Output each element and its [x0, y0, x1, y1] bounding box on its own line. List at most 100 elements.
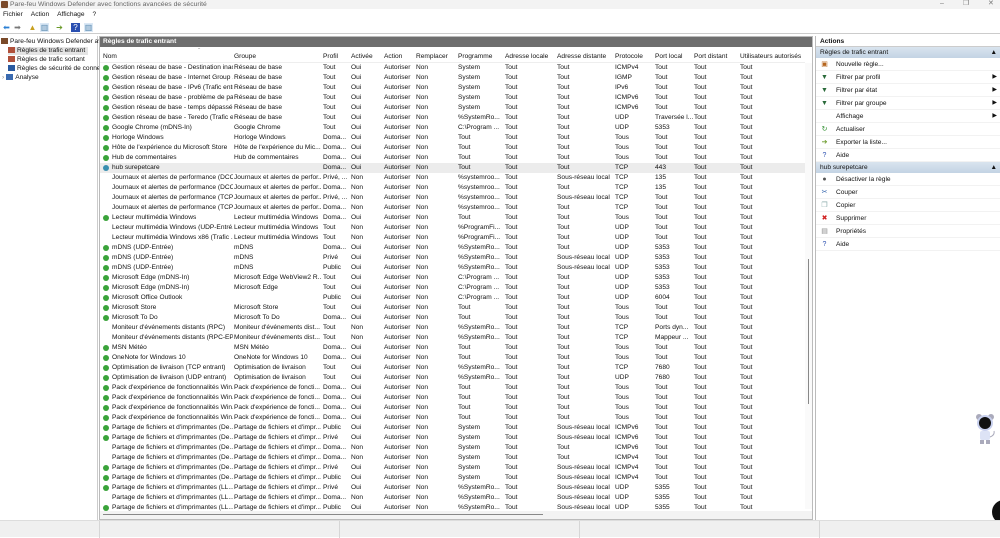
tree-item-outbound-rules[interactable]: Règles de trafic sortant [8, 56, 85, 64]
table-row[interactable]: Journaux et alertes de performance (DCO.… [100, 173, 805, 183]
action-nouvelle-r-gle[interactable]: ▣ Nouvelle règle... [816, 58, 1000, 71]
action-propri-t-s[interactable]: ▤ Propriétés [816, 225, 1000, 238]
horizontal-scroll-thumb[interactable] [103, 514, 543, 515]
table-row[interactable]: Moniteur d'événements distants (RPC-EP..… [100, 333, 805, 343]
column-header[interactable]: Profil [323, 51, 338, 63]
table-row[interactable]: Microsoft Store Microsoft Store Tout Oui Aut… [100, 303, 805, 313]
cell-adresse-locale: Tout [505, 494, 518, 501]
menu-help[interactable]: ? [93, 11, 97, 18]
show-hide-action-pane-icon[interactable]: ▥ [84, 23, 93, 32]
column-header[interactable]: Utilisateurs autorisés [740, 51, 801, 63]
table-row[interactable]: Partage de fichiers et d'imprimantes (De… [100, 443, 805, 453]
action-filtrer-par-tat[interactable]: ▼ Filtrer par état ▶ [816, 84, 1000, 97]
table-row[interactable]: Microsoft Edge (mDNS-In) Microsoft Edge W… [100, 273, 805, 283]
table-row[interactable]: Microsoft Office Outlook Public Oui Autoris… [100, 293, 805, 303]
horizontal-scrollbar[interactable] [100, 511, 812, 519]
action-d-sactiver-la-r-gle[interactable]: ● Désactiver la règle [816, 173, 1000, 186]
table-row[interactable]: mDNS (UDP-Entrée) mDNS Public Oui Autoriser N… [100, 263, 805, 273]
back-icon[interactable]: ⬅ [2, 23, 11, 32]
action-couper[interactable]: ✂ Couper [816, 186, 1000, 199]
table-row[interactable]: Partage de fichiers et d'imprimantes (LL… [100, 493, 805, 503]
column-header[interactable]: Action [384, 51, 402, 63]
table-row[interactable]: Lecteur multimédia Windows (UDP-Entré...… [100, 223, 805, 233]
table-row[interactable]: Moniteur d'événements distants (RPC) Moni… [100, 323, 805, 333]
table-row[interactable]: mDNS (UDP-Entrée) mDNS Privé Oui Autoriser No… [100, 253, 805, 263]
collapse-icon[interactable]: ▲ [990, 47, 997, 58]
table-row[interactable]: Microsoft Edge (mDNS-In) Microsoft Edge To… [100, 283, 805, 293]
actions-section-selected-rule[interactable]: hub surepetcare ▲ [816, 162, 1000, 173]
vertical-scroll-thumb[interactable] [808, 259, 809, 404]
action-exporter-la-liste[interactable]: ➔ Exporter la liste... [816, 136, 1000, 149]
help-icon[interactable]: ? [71, 23, 80, 32]
action-filtrer-par-profil[interactable]: ▼ Filtrer par profil ▶ [816, 71, 1000, 84]
table-row[interactable]: Horloge Windows Horloge Windows Doma... Oui… [100, 133, 805, 143]
table-row[interactable]: Optimisation de livraison (UDP entrant) O… [100, 373, 805, 383]
table-row[interactable]: Google Chrome (mDNS-In) Google Chrome Tout… [100, 123, 805, 133]
forward-icon[interactable]: ➡ [13, 23, 22, 32]
table-row[interactable]: mDNS (UDP-Entrée) mDNS Doma... Oui Autoriser… [100, 243, 805, 253]
up-folder-icon[interactable]: ▲ [28, 23, 37, 32]
table-row[interactable]: hub surepetcare Doma... Oui Autoriser Non Tou… [100, 163, 805, 173]
maximize-button[interactable]: ❐ [963, 0, 969, 8]
show-hide-tree-icon[interactable]: ▥ [40, 23, 49, 32]
table-row[interactable]: Journaux et alertes de performance (TCP … [100, 193, 805, 203]
column-header[interactable]: Protocole [615, 51, 643, 63]
column-header[interactable]: Adresse distante [557, 51, 606, 63]
column-header[interactable]: Nom [103, 51, 117, 63]
minimize-button[interactable]: – [940, 0, 944, 8]
table-row[interactable]: Hôte de l'expérience du Microsoft Store H… [100, 143, 805, 153]
collapse-icon[interactable]: ▲ [990, 162, 997, 173]
column-header[interactable]: Remplacer [416, 51, 448, 63]
table-row[interactable]: Gestion réseau de base - Teredo (Trafic … [100, 113, 805, 123]
action-filtrer-par-groupe[interactable]: ▼ Filtrer par groupe ▶ [816, 97, 1000, 110]
tree-item-connection-security[interactable]: Règles de sécurité de conne [8, 65, 101, 73]
table-row[interactable]: Pack d'expérience de fonctionnalités Win… [100, 393, 805, 403]
table-row[interactable]: Gestion réseau de base - Internet Group … [100, 73, 805, 83]
export-icon[interactable]: ➔ [55, 23, 64, 32]
table-row[interactable]: Gestion réseau de base - temps dépassé (… [100, 103, 805, 113]
column-header[interactable]: Activée [351, 51, 373, 63]
column-header[interactable]: Port local [655, 51, 683, 63]
table-row[interactable]: Partage de fichiers et d'imprimantes (LL… [100, 483, 805, 493]
table-row[interactable]: OneNote for Windows 10 OneNote for Window… [100, 353, 805, 363]
column-header[interactable]: Port distant [694, 51, 727, 63]
table-row[interactable]: Pack d'expérience de fonctionnalités Win… [100, 413, 805, 423]
table-row[interactable]: Pack d'expérience de fonctionnalités Win… [100, 383, 805, 393]
action-aide[interactable]: ? Aide [816, 238, 1000, 251]
expand-chevron-icon[interactable]: › [2, 74, 4, 81]
table-row[interactable]: Partage de fichiers et d'imprimantes (De… [100, 463, 805, 473]
column-header[interactable]: Adresse locale [505, 51, 548, 63]
tree-item-analyse[interactable]: › Analyse [2, 74, 39, 82]
table-row[interactable]: Partage de fichiers et d'imprimantes (De… [100, 433, 805, 443]
table-row[interactable]: Optimisation de livraison (TCP entrant) O… [100, 363, 805, 373]
action-aide[interactable]: ? Aide [816, 149, 1000, 162]
action-affichage[interactable]: Affichage ▶ [816, 110, 1000, 123]
table-row[interactable]: Microsoft To Do Microsoft To Do Doma... Oui… [100, 313, 805, 323]
column-header[interactable]: Groupe [234, 51, 256, 63]
close-button[interactable]: ✕ [988, 0, 994, 8]
table-row[interactable]: Partage de fichiers et d'imprimantes (De… [100, 473, 805, 483]
action-supprimer[interactable]: ✖ Supprimer [816, 212, 1000, 225]
table-row[interactable]: Journaux et alertes de performance (TCP … [100, 203, 805, 213]
menu-affichage[interactable]: Affichage [57, 11, 84, 18]
table-row[interactable]: MSN Météo MSN Météo Doma... Oui Autoriser Non… [100, 343, 805, 353]
table-row[interactable]: Partage de fichiers et d'imprimantes (De… [100, 423, 805, 433]
menu-action[interactable]: Action [31, 11, 49, 18]
table-row[interactable]: Pack d'expérience de fonctionnalités Win… [100, 403, 805, 413]
table-row[interactable]: Lecteur multimédia Windows Lecteur multim… [100, 213, 805, 223]
tree-root[interactable]: Pare-feu Windows Defender av [1, 38, 102, 46]
actions-section-inbound[interactable]: Règles de trafic entrant ▲ [816, 47, 1000, 58]
table-row[interactable]: Hub de commentaires Hub de commentaires Do… [100, 153, 805, 163]
menu-fichier[interactable]: Fichier [3, 11, 23, 18]
vertical-scrollbar[interactable] [805, 63, 812, 509]
table-row[interactable]: Gestion réseau de base - Destination ina… [100, 63, 805, 73]
table-row[interactable]: Journaux et alertes de performance (DCO.… [100, 183, 805, 193]
table-row[interactable]: Lecteur multimédia Windows x86 (Trafic .… [100, 233, 805, 243]
table-row[interactable]: Gestion réseau de base - problème de pa.… [100, 93, 805, 103]
action-actualiser[interactable]: ↻ Actualiser [816, 123, 1000, 136]
action-copier[interactable]: ❐ Copier [816, 199, 1000, 212]
table-row[interactable]: Partage de fichiers et d'imprimantes (De… [100, 453, 805, 463]
column-header[interactable]: Programme [458, 51, 492, 63]
tree-item-inbound-rules[interactable]: Règles de trafic entrant [8, 47, 89, 55]
table-row[interactable]: Gestion réseau de base - IPv6 (Trafic en… [100, 83, 805, 93]
